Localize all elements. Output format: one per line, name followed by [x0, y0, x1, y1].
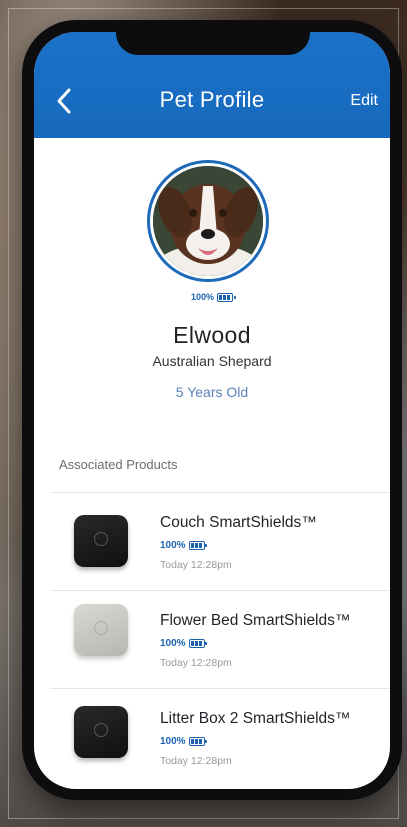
product-battery: 100%: [160, 736, 208, 747]
device-logo-icon: [94, 723, 108, 737]
battery-icon: [188, 638, 208, 648]
product-last-seen: Today 12:28pm: [160, 657, 232, 669]
pet-age: 5 Years Old: [175, 384, 249, 400]
page-title: Pet Profile: [159, 87, 265, 112]
pet-breed: Australian Shepard: [152, 353, 272, 369]
product-row-couch[interactable]: Couch SmartShields™ 100% Today 12:28pm: [34, 492, 390, 590]
battery-fill: [190, 640, 203, 646]
battery-icon: [188, 540, 208, 550]
phone-notch: [116, 20, 310, 55]
device-logo-icon: [94, 532, 108, 546]
row-divider: [50, 492, 390, 493]
pet-avatar[interactable]: [147, 160, 269, 282]
product-battery: 100%: [160, 638, 208, 649]
battery-icon: [188, 736, 208, 746]
device-logo-icon: [94, 621, 108, 635]
smartshield-device-icon: [74, 604, 128, 656]
product-battery-text: 100%: [160, 736, 186, 747]
product-battery-text: 100%: [160, 638, 186, 649]
pet-battery-text: 100%: [190, 292, 215, 302]
associated-products-label: Associated Products: [59, 457, 178, 472]
product-last-seen: Today 12:28pm: [160, 559, 232, 571]
edit-button[interactable]: Edit: [350, 92, 378, 110]
smartshield-device-icon: [74, 515, 128, 567]
pet-photo: [153, 166, 263, 276]
row-divider: [50, 590, 390, 591]
pet-name: Elwood: [173, 322, 251, 348]
product-row-flower-bed[interactable]: Flower Bed SmartShields™ 100% Today 12:2…: [34, 590, 390, 688]
battery-fill: [190, 738, 203, 744]
product-row-litter-box[interactable]: Litter Box 2 SmartShields™ 100% Today 12…: [34, 688, 390, 786]
app-screen: Pet Profile Edit 100% Elwood Australian …: [34, 32, 390, 789]
product-battery-text: 100%: [160, 540, 186, 551]
battery-fill: [190, 542, 203, 548]
product-last-seen: Today 12:28pm: [160, 755, 232, 767]
battery-fill: [219, 295, 232, 301]
smartshield-device-icon: [74, 706, 128, 758]
battery-icon: [217, 293, 236, 303]
product-name: Flower Bed SmartShields™: [160, 612, 351, 629]
pet-battery-status: 100%: [34, 292, 390, 303]
product-battery: 100%: [160, 540, 208, 551]
product-name: Litter Box 2 SmartShields™: [160, 710, 351, 727]
product-name: Couch SmartShields™: [160, 514, 317, 531]
row-divider: [50, 688, 390, 689]
